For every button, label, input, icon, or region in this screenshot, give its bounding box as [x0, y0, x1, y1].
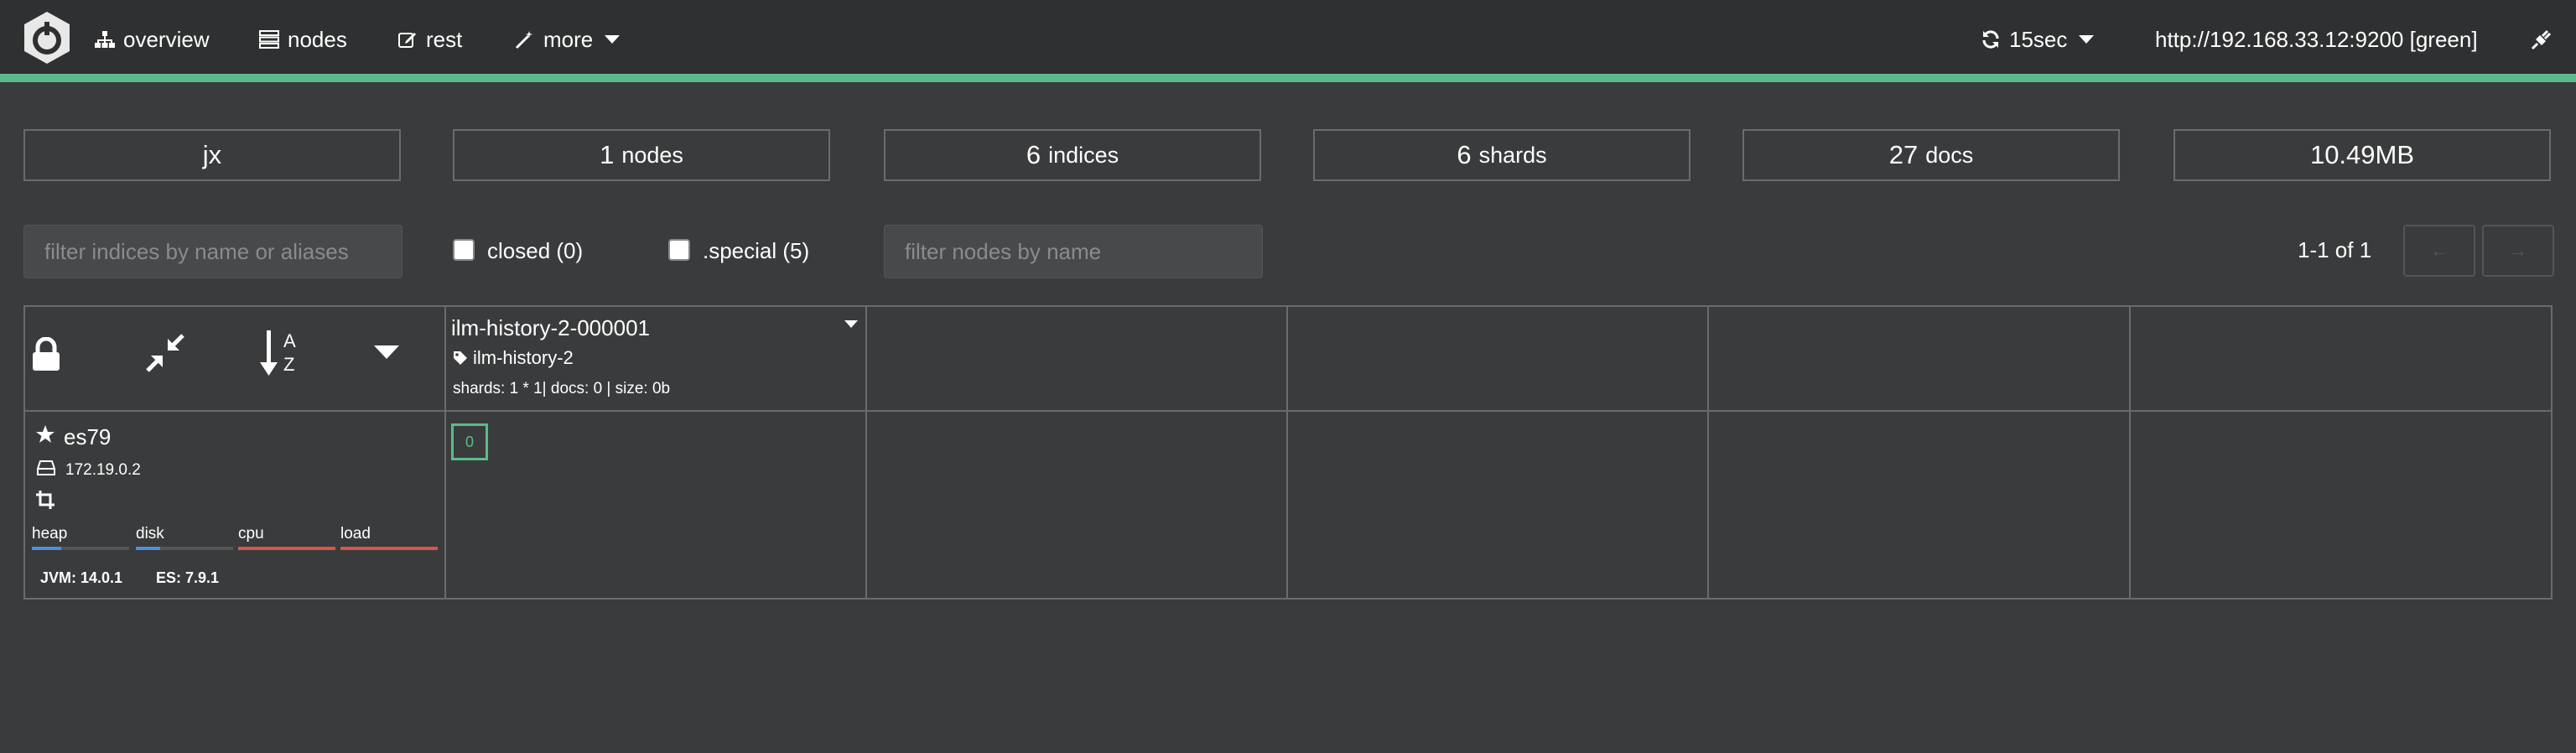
special-label: .special (5)	[703, 238, 810, 263]
crop-icon	[36, 491, 55, 509]
svg-text:Z: Z	[283, 354, 294, 375]
svg-text:A: A	[283, 330, 296, 351]
next-page-label: →	[2509, 240, 2527, 261]
node-name[interactable]: es79	[64, 424, 111, 450]
filter-nodes-input[interactable]: filter nodes by name	[884, 225, 1263, 278]
shards-count-box: 6 shards	[1313, 129, 1690, 181]
index-options-caret-icon[interactable]	[844, 320, 858, 328]
shards-count: 6	[1457, 140, 1472, 169]
nav-rest-label: rest	[426, 26, 463, 52]
cluster-url[interactable]: http://192.168.33.12:9200 [green]	[2155, 23, 2478, 55]
node-ip: 172.19.0.2	[65, 461, 141, 479]
index-name[interactable]: ilm-history-2-000001	[451, 315, 650, 341]
nav-rest[interactable]: rest	[397, 23, 462, 55]
grid-top-border	[23, 305, 1714, 307]
metric-bar-cpu	[238, 547, 335, 550]
star-icon	[36, 425, 55, 443]
sitemap-icon	[95, 31, 115, 48]
grid-col-border	[1707, 305, 1709, 600]
chevron-down-icon	[605, 35, 621, 44]
metric-label-heap: heap	[32, 525, 68, 543]
tag-icon	[454, 351, 467, 365]
edit-icon	[398, 33, 416, 48]
nav-more-dropdown[interactable]: more	[515, 23, 621, 55]
closed-label: closed (0)	[487, 238, 584, 263]
grid-col-border	[444, 305, 446, 600]
plug-icon	[2531, 29, 2552, 50]
metric-label-cpu: cpu	[238, 525, 264, 543]
refresh-interval-label: 15sec	[2009, 26, 2068, 52]
size-box: 10.49MB	[2174, 129, 2551, 181]
metric-fill-cpu	[238, 547, 335, 550]
jvm-version: JVM: 14.0.1	[40, 569, 123, 586]
refresh-interval-dropdown[interactable]: 15sec	[1981, 23, 2095, 55]
compress-icon[interactable]	[146, 334, 184, 372]
index-alias: ilm-history-2	[453, 347, 574, 369]
server-icon	[259, 30, 279, 49]
index-stats: shards: 1 * 1| docs: 0 | size: 0b	[453, 380, 671, 397]
top-navbar: overview nodes rest more 15sec http://19…	[0, 0, 2576, 82]
shards-unit: shards	[1478, 142, 1547, 168]
hdd-icon	[37, 460, 55, 475]
metric-label-disk: disk	[136, 525, 164, 543]
metric-label-load: load	[340, 525, 371, 543]
nav-overview-label: overview	[123, 26, 210, 52]
refresh-icon	[1982, 30, 1999, 49]
lock-icon[interactable]	[30, 337, 62, 372]
metric-fill-disk	[136, 547, 160, 550]
shard-number: 0	[465, 433, 474, 450]
metric-fill-load	[340, 547, 438, 550]
filter-indices-input[interactable]: filter indices by name or aliases	[23, 225, 402, 278]
nodes-count: 1	[600, 140, 615, 169]
caret-down-icon[interactable]	[374, 345, 399, 361]
es-version: ES: 7.9.1	[156, 569, 220, 586]
index-alias-label: ilm-history-2	[473, 347, 574, 368]
metric-bar-heap	[32, 547, 129, 550]
docs-unit: docs	[1925, 142, 1974, 168]
magic-wand-icon	[515, 31, 532, 49]
filter-indices-placeholder: filter indices by name or aliases	[44, 238, 349, 264]
grid-col-border	[1286, 305, 1288, 600]
cluster-name: jx	[202, 140, 222, 169]
prev-page-button[interactable]: ←	[2403, 225, 2475, 277]
nav-more-label: more	[543, 26, 594, 52]
grid-bottom-border	[23, 598, 2553, 600]
prev-page-label: ←	[2430, 240, 2449, 261]
sort-alpha-icon[interactable]: A Z	[260, 329, 304, 379]
cerebro-logo[interactable]	[22, 10, 72, 65]
metric-bar-disk	[136, 547, 233, 550]
indices-unit: indices	[1048, 142, 1119, 168]
shard-box[interactable]: 0	[451, 423, 488, 460]
cluster-name-box: jx	[23, 129, 401, 181]
indices-count: 6	[1026, 140, 1041, 169]
grid-col-border	[2551, 305, 2553, 600]
docs-count-box: 27 docs	[1742, 129, 2120, 181]
pagination-info: 1-1 of 1	[2298, 237, 2372, 262]
nodes-count-box: 1 nodes	[453, 129, 830, 181]
nav-nodes[interactable]: nodes	[259, 23, 347, 55]
chevron-down-icon	[2079, 35, 2095, 44]
metric-fill-heap	[32, 547, 61, 550]
special-checkbox[interactable]	[668, 239, 690, 261]
filter-nodes-placeholder: filter nodes by name	[905, 238, 1102, 264]
grid-header-divider	[23, 410, 2553, 412]
grid-col-border	[865, 305, 867, 600]
grid-col-border	[2129, 305, 2131, 600]
metric-bar-load	[340, 547, 438, 550]
cluster-size: 10.49MB	[2309, 140, 2415, 169]
closed-checkbox[interactable]	[453, 239, 475, 261]
nav-nodes-label: nodes	[288, 26, 347, 52]
grid-col-border	[23, 305, 25, 600]
docs-count: 27	[1888, 140, 1919, 169]
indices-count-box: 6 indices	[884, 129, 1261, 181]
grid-top-border-2	[1714, 305, 2553, 307]
disconnect-button[interactable]	[2531, 23, 2561, 55]
nav-overview[interactable]: overview	[95, 23, 210, 55]
cluster-url-label: http://192.168.33.12:9200 [green]	[2155, 26, 2478, 52]
next-page-button[interactable]: →	[2482, 225, 2554, 277]
nodes-unit: nodes	[621, 142, 683, 168]
